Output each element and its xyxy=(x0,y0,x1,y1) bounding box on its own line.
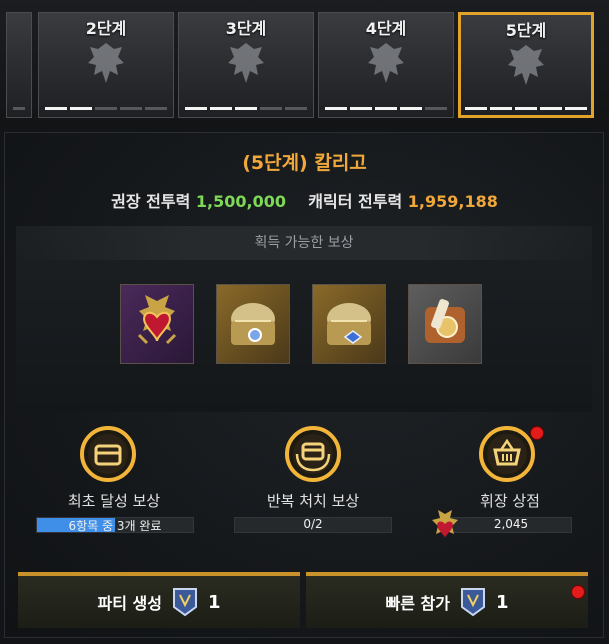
recommended-power-label: 권장 전투력 xyxy=(111,192,191,211)
stage-label: 3단계 xyxy=(225,19,267,38)
repeat-kill-progress-bar: 0/2 xyxy=(234,517,392,533)
jewel-heart-icon xyxy=(137,295,177,345)
stage-progress xyxy=(185,107,307,111)
quick-join-button[interactable]: 빠른 참가 1 xyxy=(306,572,588,628)
repeat-kill-progress-text: 0/2 xyxy=(303,517,323,531)
boss-title: (5단계) 칼리고 xyxy=(242,152,367,174)
badge-count-value: 2,045 xyxy=(493,517,529,531)
laurel-chest-badge-icon[interactable] xyxy=(283,424,343,484)
treasure-chest-blue-icon xyxy=(327,303,371,345)
stage-label: 4단계 xyxy=(365,19,407,38)
stage-tab-2[interactable]: 2단계 xyxy=(38,12,174,118)
quick-join-label: 빠른 참가 xyxy=(385,594,450,613)
griffin-emblem-icon xyxy=(368,43,404,83)
stage-selector: 2단계 3단계 4단계 5단계 xyxy=(0,0,609,128)
stage-tab-5-selected[interactable]: 5단계 xyxy=(458,12,594,118)
stage-tab-3[interactable]: 3단계 xyxy=(178,12,314,118)
treasure-chest-icon xyxy=(231,303,275,345)
reward-item-scroll-chest[interactable] xyxy=(408,284,482,364)
first-clear-reward-label: 최초 달성 보상 xyxy=(67,492,161,510)
badge-currency-icon xyxy=(432,510,458,538)
stage-progress xyxy=(45,107,167,111)
stage-progress xyxy=(13,107,25,111)
first-clear-progress-text: 6항목 중 3개 완료 xyxy=(68,519,162,533)
quick-join-notification-dot xyxy=(571,585,585,599)
scroll-chest-icon xyxy=(425,299,465,343)
shop-notification-dot xyxy=(530,426,544,440)
rewards-header: 획득 가능한 보상 xyxy=(16,226,592,260)
recommended-power-value: 1,500,000 xyxy=(195,192,286,211)
stage-label: 2단계 xyxy=(85,19,127,38)
first-clear-progress-bar: 6항목 중 3개 완료 xyxy=(36,517,194,533)
stage-label: 5단계 xyxy=(505,21,547,40)
reward-item-jewel[interactable] xyxy=(120,284,194,364)
griffin-emblem-icon xyxy=(88,43,124,83)
griffin-emblem-icon xyxy=(508,45,544,85)
shop-basket-badge-icon[interactable] xyxy=(477,424,537,484)
create-party-button[interactable]: 파티 생성 1 xyxy=(18,572,300,628)
character-power-label: 캐릭터 전투력 xyxy=(308,192,403,211)
griffin-emblem-icon xyxy=(228,43,264,83)
party-ticket-icon xyxy=(460,588,485,617)
stage-progress xyxy=(465,107,587,111)
repeat-kill-reward-label: 반복 처치 보상 xyxy=(266,492,360,510)
reward-item-chest-blue[interactable] xyxy=(312,284,386,364)
stage-progress xyxy=(325,107,447,111)
create-party-label: 파티 생성 xyxy=(97,594,162,613)
stage-tab-1[interactable] xyxy=(6,12,32,118)
party-ticket-icon xyxy=(172,588,197,617)
combat-power-line: 권장 전투력 1,500,000 캐릭터 전투력 1,959,188 xyxy=(0,188,609,212)
badge-count-bar: 2,045 xyxy=(450,517,572,533)
create-party-count: 1 xyxy=(207,591,221,613)
quick-join-count: 1 xyxy=(495,591,509,613)
chest-badge-icon[interactable] xyxy=(78,424,138,484)
character-power-value: 1,959,188 xyxy=(407,192,498,211)
stage-tab-4[interactable]: 4단계 xyxy=(318,12,454,118)
reward-item-chest[interactable] xyxy=(216,284,290,364)
